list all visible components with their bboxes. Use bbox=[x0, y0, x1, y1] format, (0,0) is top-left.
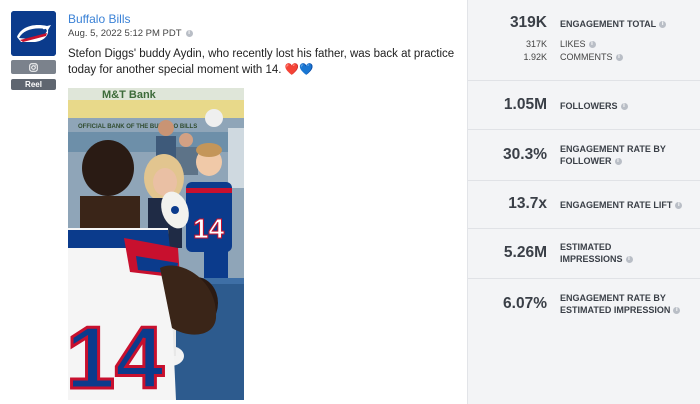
reel-badge: Reel bbox=[11, 79, 56, 90]
engagement-rate-impression-label: ENGAGEMENT RATE BY ESTIMATED IMPRESSION i bbox=[560, 292, 681, 316]
engagement-rate-lift-value: 13.7x bbox=[508, 195, 547, 212]
followers-label-text: FOLLOWERS bbox=[560, 101, 618, 111]
estimated-impressions-label-line1: ESTIMATED bbox=[560, 242, 612, 252]
photo-player-jersey-number: 14 bbox=[68, 308, 164, 400]
instagram-icon bbox=[29, 62, 38, 72]
post-image: M&T Bank OFFICIAL BANK OF THE BUFFALO BI… bbox=[68, 88, 244, 400]
instagram-link-button[interactable] bbox=[11, 60, 56, 74]
info-icon[interactable]: i bbox=[185, 30, 193, 37]
info-icon[interactable]: i bbox=[620, 103, 628, 111]
post-panel: Reel Buffalo Bills Aug. 5, 2022 5:12 PM … bbox=[0, 0, 467, 404]
info-icon[interactable]: i bbox=[615, 54, 623, 62]
estimated-impressions-label: ESTIMATED IMPRESSIONS i bbox=[560, 241, 633, 265]
info-icon[interactable]: i bbox=[588, 41, 596, 49]
engagement-rate-impression-value: 6.07% bbox=[503, 295, 547, 312]
info-icon[interactable]: i bbox=[614, 158, 622, 166]
post-date: Aug. 5, 2022 5:12 PM PDT i bbox=[68, 28, 193, 39]
metric-engagement-rate-impression: 6.07% ENGAGEMENT RATE BY ESTIMATED IMPRE… bbox=[468, 279, 700, 331]
metric-engagement-rate-follower: 30.3% ENGAGEMENT RATE BY FOLLOWER i bbox=[468, 130, 700, 181]
photo-sign-top: M&T Bank bbox=[102, 89, 157, 101]
post-caption: Stefon Diggs' buddy Aydin, who recently … bbox=[68, 48, 455, 76]
info-icon[interactable]: i bbox=[673, 307, 681, 315]
likes-value: 317K bbox=[525, 39, 547, 49]
engagement-rate-follower-label-line2: FOLLOWER bbox=[560, 156, 612, 166]
comments-label: COMMENTS i bbox=[560, 52, 623, 62]
metric-estimated-impressions: 5.26M ESTIMATED IMPRESSIONS i bbox=[468, 229, 700, 279]
metric-followers: 1.05M FOLLOWERS i bbox=[468, 81, 700, 130]
account-avatar[interactable] bbox=[11, 11, 56, 56]
engagement-rate-follower-label-line1: ENGAGEMENT RATE BY bbox=[560, 144, 666, 154]
post-photo[interactable]: M&T Bank OFFICIAL BANK OF THE BUFFALO BI… bbox=[68, 88, 244, 400]
estimated-impressions-value: 5.26M bbox=[503, 244, 547, 261]
engagement-rate-lift-label-text: ENGAGEMENT RATE LIFT bbox=[560, 200, 673, 210]
comments-value: 1.92K bbox=[523, 52, 547, 62]
photo-sign-banner: OFFICIAL BANK OF THE BUFFALO BILLS bbox=[78, 124, 197, 130]
engagement-rate-follower-value: 30.3% bbox=[503, 146, 547, 163]
followers-value: 1.05M bbox=[503, 96, 547, 113]
post-date-text: Aug. 5, 2022 5:12 PM PDT bbox=[68, 28, 182, 39]
engagement-rate-lift-label: ENGAGEMENT RATE LIFT i bbox=[560, 199, 683, 211]
estimated-impressions-label-line2: IMPRESSIONS bbox=[560, 254, 623, 264]
likes-label: LIKES i bbox=[560, 39, 596, 49]
account-name-link[interactable]: Buffalo Bills bbox=[68, 12, 130, 26]
comments-label-text: COMMENTS bbox=[560, 52, 613, 62]
engagement-total-label: ENGAGEMENT TOTAL i bbox=[560, 18, 667, 30]
info-icon[interactable]: i bbox=[659, 21, 667, 29]
engagement-rate-impression-label-line2: ESTIMATED IMPRESSION bbox=[560, 305, 671, 315]
likes-label-text: LIKES bbox=[560, 39, 586, 49]
engagement-total-label-text: ENGAGEMENT TOTAL bbox=[560, 19, 657, 29]
info-icon[interactable]: i bbox=[625, 256, 633, 264]
metrics-panel: 319K ENGAGEMENT TOTAL i 317K LIKES i 1.92K… bbox=[467, 0, 700, 404]
followers-label: FOLLOWERS i bbox=[560, 100, 628, 112]
bills-logo-icon bbox=[11, 11, 56, 56]
info-icon[interactable]: i bbox=[675, 202, 683, 210]
metric-engagement-total: 319K ENGAGEMENT TOTAL i 317K LIKES i 1.92K… bbox=[468, 0, 700, 81]
metric-engagement-rate-lift: 13.7x ENGAGEMENT RATE LIFT i bbox=[468, 181, 700, 229]
photo-boy-jersey-number: 14 bbox=[193, 213, 225, 244]
engagement-rate-follower-label: ENGAGEMENT RATE BY FOLLOWER i bbox=[560, 143, 666, 167]
engagement-total-value: 319K bbox=[509, 14, 547, 31]
engagement-rate-impression-label-line1: ENGAGEMENT RATE BY bbox=[560, 293, 666, 303]
